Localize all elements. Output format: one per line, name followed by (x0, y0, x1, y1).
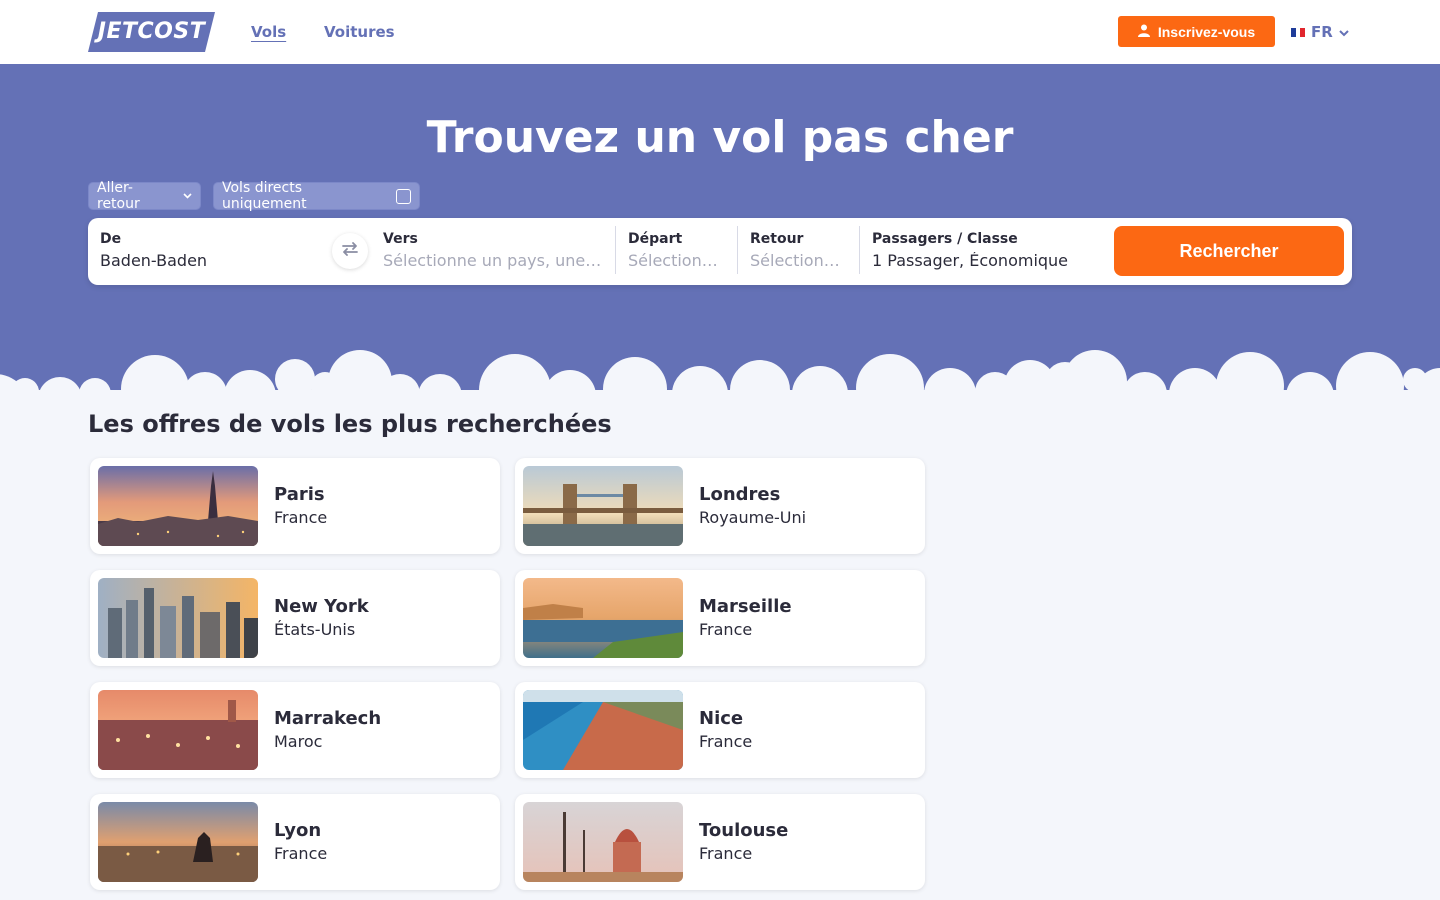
flight-search-form: De Baden-Baden Vers Sélectionne un pays,… (88, 218, 1352, 285)
offer-card-marrakech[interactable]: Marrakech Maroc (90, 682, 500, 778)
language-selector[interactable]: FR (1291, 20, 1349, 44)
offer-country: France (699, 844, 753, 863)
new-york-thumbnail (98, 578, 258, 658)
trip-type-value: Aller-retour (97, 180, 140, 212)
to-field[interactable]: Vers Sélectionne un pays, une… (383, 226, 603, 276)
direct-flights-toggle[interactable]: Vols directs uniquement (213, 180, 420, 212)
lyon-thumbnail (98, 802, 258, 882)
marrakech-thumbnail (98, 690, 258, 770)
return-field[interactable]: Retour Sélection… (750, 226, 845, 276)
nice-thumbnail (523, 690, 683, 770)
offer-card-new-york[interactable]: New York États-Unis (90, 570, 500, 666)
page-title: Trouvez un vol pas cher (426, 112, 1014, 163)
nav-flights-link[interactable]: Vols (251, 22, 286, 42)
offer-card-paris[interactable]: Paris France (90, 458, 500, 554)
swap-airports-button[interactable] (332, 233, 368, 269)
passengers-input[interactable]: 1 Passager, Économique (872, 252, 1102, 270)
field-divider (737, 226, 738, 274)
to-input[interactable]: Sélectionne un pays, une… (383, 252, 603, 270)
swap-arrows-icon (340, 241, 360, 261)
offer-card-marseille[interactable]: Marseille France (515, 570, 925, 666)
offers-section-title: Les offres de vols les plus recherchées (88, 410, 612, 438)
offer-country: États-Unis (274, 620, 356, 639)
direct-flights-checkbox[interactable] (396, 188, 411, 204)
nav-cars-link[interactable]: Voitures (324, 22, 395, 42)
offer-city: Londres (699, 484, 781, 505)
language-label: FR (1311, 23, 1333, 41)
signup-button[interactable]: Inscrivez-vous (1118, 16, 1275, 47)
france-flag-icon (1291, 27, 1306, 37)
offer-country: France (274, 844, 328, 863)
offer-country: Maroc (274, 732, 323, 751)
to-label: Vers (383, 231, 418, 247)
depart-field[interactable]: Départ Sélection… (628, 226, 723, 276)
chevron-down-icon (183, 191, 192, 202)
jetcost-logo[interactable]: JETCOST (88, 12, 215, 52)
offer-city: Marseille (699, 596, 792, 617)
from-label: De (100, 231, 122, 247)
offer-card-lyon[interactable]: Lyon France (90, 794, 500, 890)
offer-city: Nice (699, 708, 744, 729)
passengers-label: Passagers / Classe (872, 231, 1018, 247)
offer-country: France (699, 732, 753, 751)
top-navigation-bar: JETCOST Vols Voitures Inscrivez-vous FR (0, 0, 1440, 64)
search-hero: Trouvez un vol pas cher Aller-retour Vol… (0, 64, 1440, 404)
return-label: Retour (750, 231, 804, 247)
field-divider (859, 226, 860, 274)
direct-flights-label: Vols directs uniquement (222, 180, 307, 212)
passengers-field[interactable]: Passagers / Classe 1 Passager, Économiqu… (872, 226, 1102, 276)
logo-text: JETCOST (97, 19, 206, 44)
field-divider (615, 226, 616, 274)
search-button[interactable]: Rechercher (1114, 226, 1344, 276)
user-icon (1137, 24, 1150, 40)
offer-card-toulouse[interactable]: Toulouse France (515, 794, 925, 890)
from-input[interactable]: Baden-Baden (100, 252, 325, 270)
offer-country: Royaume-Uni (699, 508, 807, 527)
depart-label: Départ (628, 231, 683, 247)
offer-card-londres[interactable]: Londres Royaume-Uni (515, 458, 925, 554)
trip-type-select[interactable]: Aller-retour (88, 180, 201, 212)
toulouse-thumbnail (523, 802, 683, 882)
depart-date-input[interactable]: Sélection… (628, 252, 723, 270)
paris-thumbnail (98, 466, 258, 546)
offer-city: Marrakech (274, 708, 382, 729)
chevron-down-icon (1339, 23, 1349, 41)
offer-city: New York (274, 596, 369, 617)
return-date-input[interactable]: Sélection… (750, 252, 845, 270)
offer-country: France (699, 620, 753, 639)
london-thumbnail (523, 466, 683, 546)
offer-city: Toulouse (699, 820, 789, 841)
from-field[interactable]: De Baden-Baden (100, 226, 325, 276)
offer-card-nice[interactable]: Nice France (515, 682, 925, 778)
offer-city: Lyon (274, 820, 322, 841)
offer-country: France (274, 508, 328, 527)
offer-city: Paris (274, 484, 325, 505)
marseille-thumbnail (523, 578, 683, 658)
signup-label: Inscrivez-vous (1157, 23, 1256, 40)
